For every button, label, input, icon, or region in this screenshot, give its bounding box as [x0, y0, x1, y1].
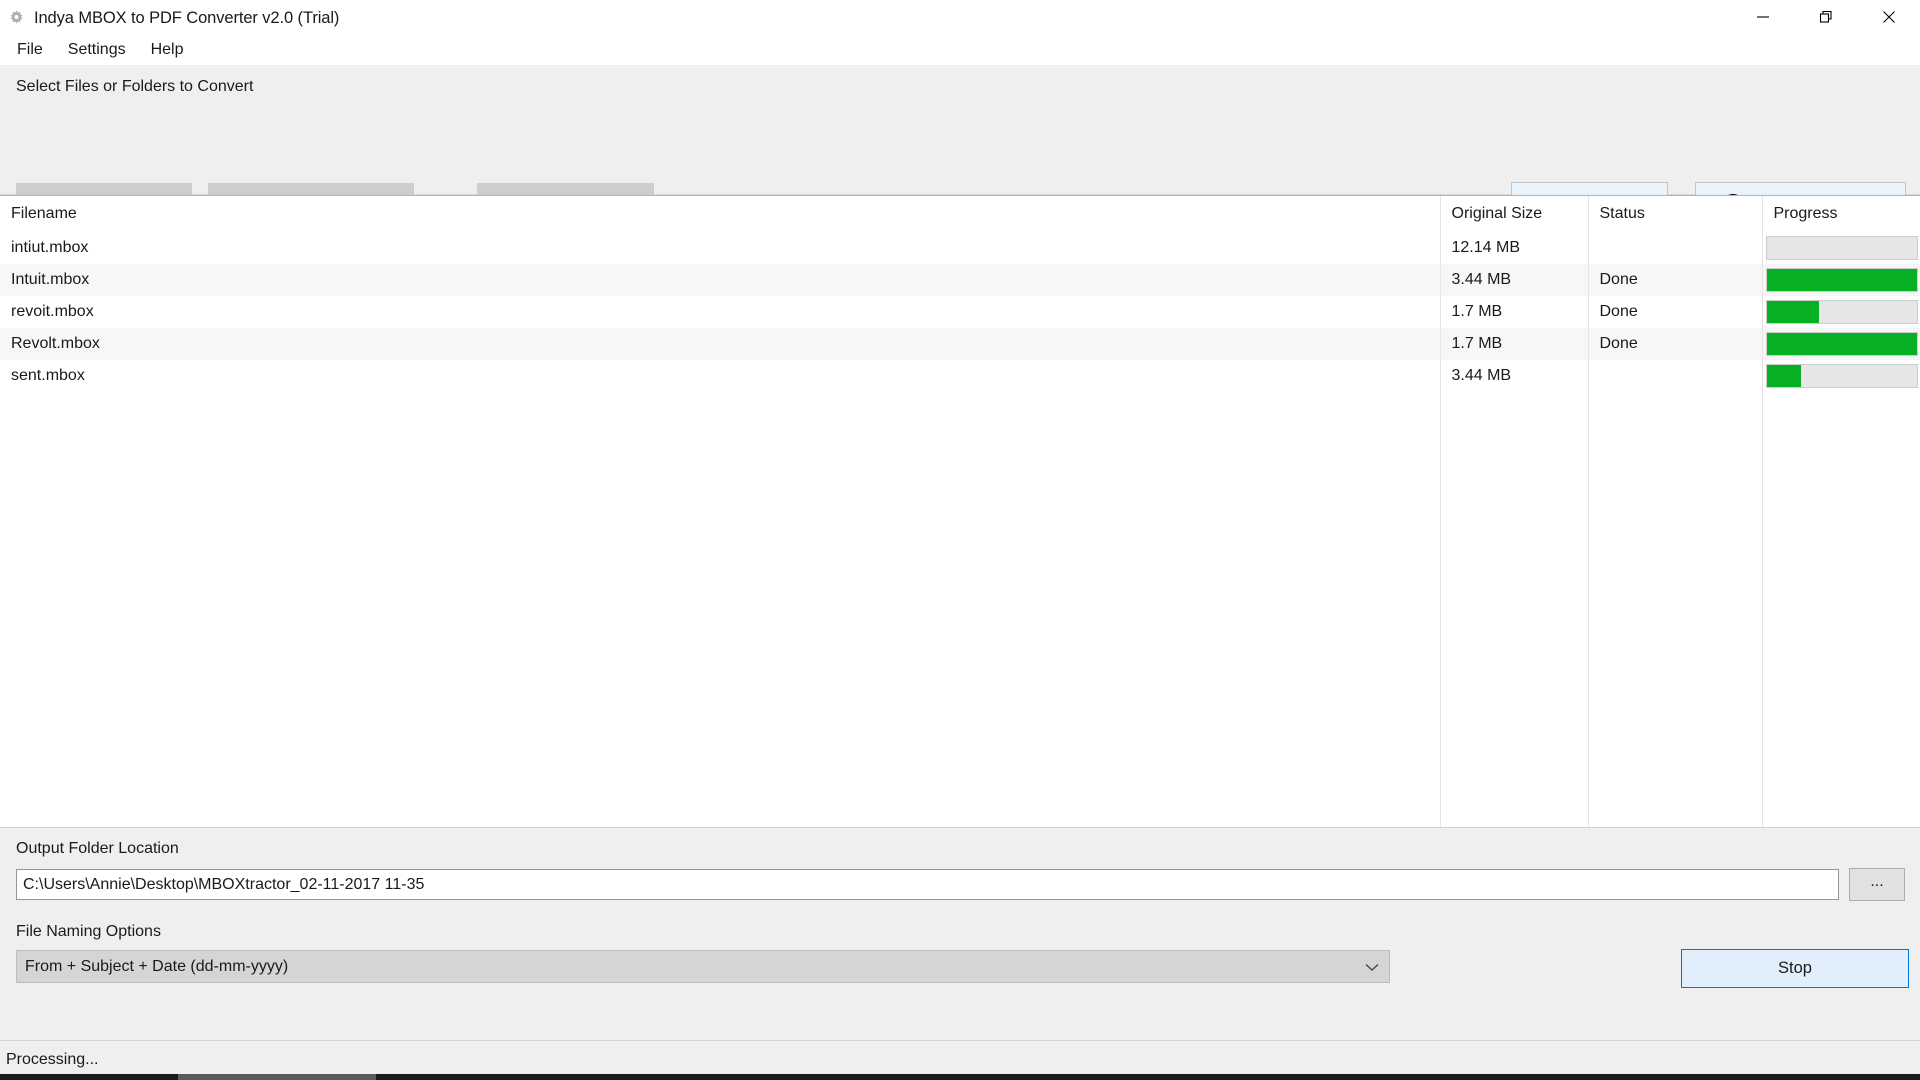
progress-fill	[1766, 333, 1917, 355]
table-row[interactable]: Intuit.mbox 3.44 MB Done	[0, 264, 1920, 296]
restore-icon	[1819, 10, 1833, 27]
progress-bar	[1765, 300, 1918, 324]
cell-progress	[1762, 328, 1920, 360]
cell-filename: Intuit.mbox	[0, 264, 1441, 296]
file-list-panel[interactable]: Filename Original Size Status Progress i…	[0, 195, 1920, 827]
cell-progress	[1762, 264, 1920, 296]
cell-filename: revoit.mbox	[0, 296, 1441, 328]
status-bar: Processing...	[0, 1040, 1920, 1080]
scrollbar-thumb[interactable]	[178, 1074, 376, 1080]
close-icon	[1882, 10, 1896, 27]
progress-bar	[1765, 268, 1918, 292]
header-row: Filename Original Size Status Progress	[0, 196, 1920, 232]
column-header-original-size[interactable]: Original Size	[1440, 196, 1589, 232]
menu-bar: File Settings Help	[0, 36, 1920, 65]
window-title: Indya MBOX to PDF Converter v2.0 (Trial)	[34, 8, 340, 27]
horizontal-scrollbar[interactable]	[0, 1074, 1920, 1080]
column-header-filename[interactable]: Filename	[0, 196, 1441, 232]
cell-size: 12.14 MB	[1440, 232, 1589, 264]
cell-size: 1.7 MB	[1440, 328, 1589, 360]
cell-size: 3.44 MB	[1440, 264, 1589, 296]
window-controls	[1731, 0, 1920, 36]
progress-bar	[1765, 364, 1918, 388]
toolbar-section-label: Select Files or Folders to Convert	[16, 78, 254, 95]
table-row[interactable]: sent.mbox 3.44 MB	[0, 360, 1920, 392]
file-table-body: intiut.mbox 12.14 MB Intuit.mbox 3.44 MB…	[0, 232, 1920, 392]
output-path-input[interactable]	[16, 869, 1839, 900]
status-message: Processing...	[6, 1051, 99, 1068]
progress-fill	[1766, 301, 1819, 323]
cell-status: Done	[1588, 328, 1763, 360]
cell-filename: intiut.mbox	[0, 232, 1441, 264]
table-row[interactable]: intiut.mbox 12.14 MB	[0, 232, 1920, 264]
file-table-header: Filename Original Size Status Progress	[0, 196, 1920, 232]
stop-button[interactable]: Stop	[1681, 949, 1909, 988]
output-options-panel: Output Folder Location ... File Naming O…	[0, 827, 1920, 1040]
progress-bar	[1765, 236, 1918, 260]
progress-bar	[1765, 332, 1918, 356]
cell-status: Done	[1588, 296, 1763, 328]
table-row[interactable]: revoit.mbox 1.7 MB Done	[0, 296, 1920, 328]
cell-filename: Revolt.mbox	[0, 328, 1441, 360]
progress-fill	[1766, 365, 1801, 387]
cell-filename: sent.mbox	[0, 360, 1441, 392]
minimize-button[interactable]	[1731, 0, 1794, 36]
cell-status	[1588, 360, 1763, 392]
title-bar: Indya MBOX to PDF Converter v2.0 (Trial)	[0, 0, 1920, 36]
minimize-icon	[1756, 10, 1770, 27]
cell-progress	[1762, 296, 1920, 328]
cell-progress	[1762, 232, 1920, 264]
output-folder-label: Output Folder Location	[16, 840, 179, 857]
progress-fill	[1766, 269, 1917, 291]
column-header-status[interactable]: Status	[1588, 196, 1763, 232]
file-naming-label: File Naming Options	[16, 923, 161, 940]
table-row[interactable]: Revolt.mbox 1.7 MB Done	[0, 328, 1920, 360]
file-naming-select[interactable]: From + Subject + Date (dd-mm-yyyy)	[16, 950, 1390, 983]
menu-item-help[interactable]: Help	[145, 38, 195, 63]
browse-folder-button[interactable]: ...	[1849, 868, 1905, 901]
cell-status: Done	[1588, 264, 1763, 296]
file-table: Filename Original Size Status Progress i…	[0, 196, 1920, 392]
column-header-progress[interactable]: Progress	[1762, 196, 1920, 232]
gear-icon	[8, 10, 25, 27]
toolbar-panel: Select Files or Folders to Convert Add F…	[0, 65, 1920, 240]
cell-size: 3.44 MB	[1440, 360, 1589, 392]
chevron-down-icon	[1355, 962, 1389, 972]
menu-item-file[interactable]: File	[11, 38, 54, 63]
cell-progress	[1762, 360, 1920, 392]
menu-item-settings[interactable]: Settings	[62, 38, 137, 63]
restore-button[interactable]	[1794, 0, 1857, 36]
file-naming-value: From + Subject + Date (dd-mm-yyyy)	[25, 957, 289, 975]
close-button[interactable]	[1857, 0, 1920, 36]
cell-size: 1.7 MB	[1440, 296, 1589, 328]
application-window: Indya MBOX to PDF Converter v2.0 (Trial)	[0, 0, 1920, 1080]
cell-status	[1588, 232, 1763, 264]
